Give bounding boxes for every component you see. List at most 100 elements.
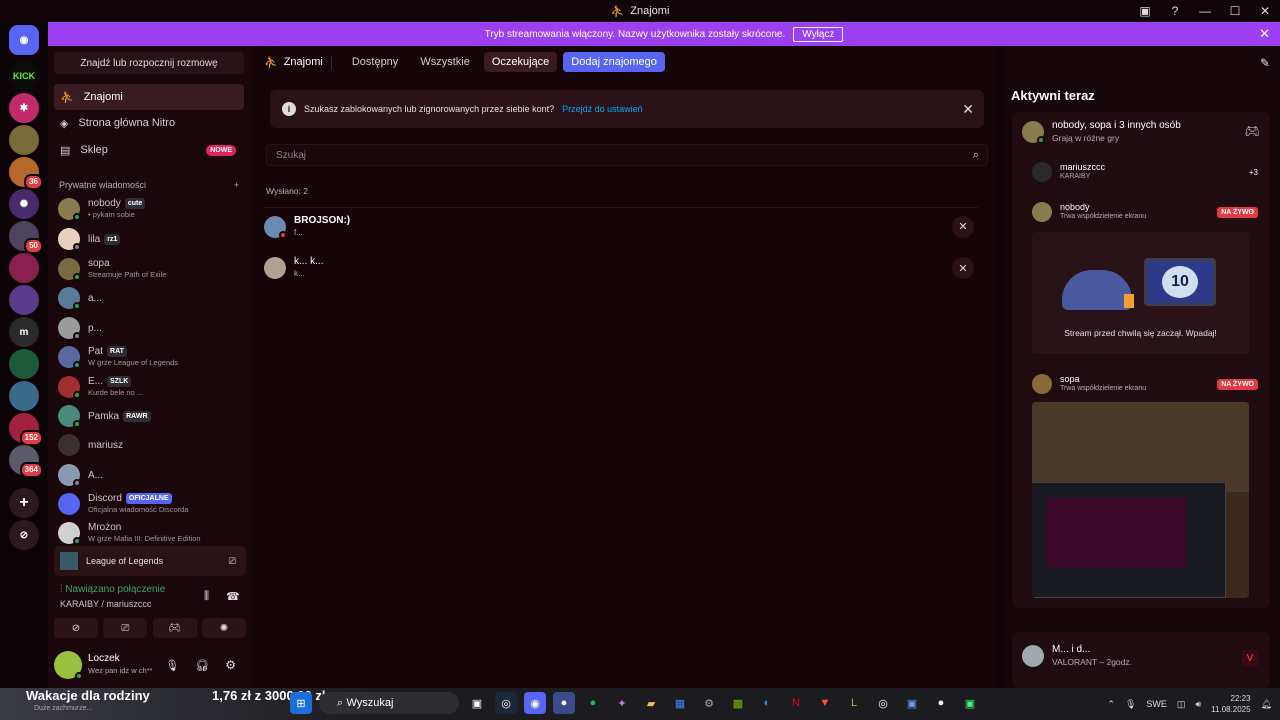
server-kick[interactable]: KICK <box>9 61 39 91</box>
stream-icon[interactable]: ⎚ <box>229 556 236 567</box>
disconnect-icon[interactable]: ☎ <box>226 590 240 603</box>
soundboard-button[interactable]: ✺ <box>201 618 246 638</box>
dm-item[interactable]: Discord OFICJALNE Oficjalna wiadomość Disc… <box>58 490 244 518</box>
voice-channel-row[interactable]: mariuszccc KARAIBY +3 <box>1032 162 1258 182</box>
server-icon[interactable]: 364 <box>9 445 43 478</box>
server-icon[interactable] <box>9 253 39 283</box>
server-icon[interactable]: ✺ <box>9 189 39 219</box>
tab-pending[interactable]: Oczekujące <box>483 52 558 72</box>
nav-nitro[interactable]: ◈ Strona główna Nitro <box>54 110 244 136</box>
stream-preview-game[interactable] <box>1032 402 1249 598</box>
clock[interactable]: 22:23 11.08.2025 <box>1211 693 1250 715</box>
headphones-icon[interactable]: 🎧︎ <box>195 659 209 672</box>
dm-item[interactable]: Pamka RAWR <box>58 402 244 430</box>
tab-online[interactable]: Dostępny <box>344 52 406 72</box>
language-indicator[interactable]: SWE <box>1146 699 1167 709</box>
discover-icon[interactable]: ⊘ <box>9 520 39 550</box>
friends-search[interactable]: ⌕ <box>266 144 988 166</box>
windows-start-icon[interactable]: ⊞ <box>290 692 312 714</box>
brave-icon[interactable]: ▼ <box>814 692 836 714</box>
cancel-request-button[interactable]: ✕ <box>952 215 974 238</box>
activity-card[interactable]: nobody, sopa i 3 innych osób Grają w róż… <box>1012 112 1270 608</box>
activity-card[interactable]: M... i d... VALORANT – 2godz. V <box>1012 632 1270 688</box>
search-input[interactable] <box>276 149 973 161</box>
server-icon[interactable] <box>9 381 39 411</box>
new-group-dm-icon[interactable]: ✎ <box>1260 56 1270 70</box>
stream-preview[interactable]: 10 Stream przed chwilą się zaczął. Wpada… <box>1032 232 1249 354</box>
app-icon[interactable]: ● <box>553 692 575 714</box>
copilot-icon[interactable]: ✦ <box>611 692 633 714</box>
add-server-icon[interactable]: + <box>9 488 39 518</box>
dm-item[interactable]: nobody cute • pykam sobie <box>58 195 244 223</box>
server-icon[interactable]: ✱ <box>9 93 39 123</box>
microphone-icon[interactable]: 🎙︎ <box>165 659 179 672</box>
nav-friends[interactable]: ⛹ Znajomi <box>54 84 244 110</box>
app-icon[interactable]: ▣ <box>901 692 923 714</box>
close-icon[interactable]: ✕ <box>962 101 974 118</box>
close-icon[interactable]: ✕ <box>1259 26 1270 42</box>
stream-row[interactable]: sopa Trwa współdzielenie ekranu NA ŻYWO <box>1032 374 1258 394</box>
store-icon[interactable]: ▦ <box>669 692 691 714</box>
settings-gear-icon[interactable]: ⚙ <box>225 658 236 672</box>
discord-taskbar-icon[interactable]: ◉ <box>524 692 546 714</box>
steam-icon[interactable]: ◎ <box>872 692 894 714</box>
voice-channel[interactable]: KARAIBY / mariuszccc <box>60 599 151 609</box>
spotify-icon[interactable]: ● <box>582 692 604 714</box>
server-icon[interactable]: 36 <box>9 157 43 190</box>
app-icon[interactable]: ▣ <box>959 692 981 714</box>
noise-suppression-icon[interactable]: ⫼ <box>204 590 209 603</box>
netflix-icon[interactable]: N <box>785 692 807 714</box>
camera-off-button[interactable]: ⊘ <box>54 618 98 638</box>
taskbar-search[interactable]: ⌕ Wyszukaj <box>319 692 459 714</box>
notification-icon[interactable]: 🔔︎ <box>1261 699 1272 710</box>
server-icon[interactable] <box>9 349 39 379</box>
friend-request-row[interactable]: k... k... k... ✕ <box>264 249 978 287</box>
chevron-up-icon[interactable]: ⌃ <box>1107 699 1115 710</box>
add-friend-button[interactable]: Dodaj znajomego <box>563 52 665 72</box>
server-icon[interactable] <box>9 125 39 155</box>
game-activity[interactable]: League of Legends ⎚ <box>54 546 246 576</box>
dm-item[interactable]: A... <box>58 461 244 489</box>
settings-icon[interactable]: ⚙ <box>698 692 720 714</box>
server-icon[interactable]: 152 <box>9 413 43 446</box>
activity-button[interactable]: 🎮︎ <box>152 618 197 638</box>
microphone-icon[interactable]: 🎙︎ <box>1125 699 1136 710</box>
dm-item[interactable]: Mrożon W grze Mafia III: Definitive Editi… <box>58 519 244 547</box>
dm-item[interactable]: Pat RAT W grze League of Legends <box>58 343 244 371</box>
steam-icon[interactable]: ◎ <box>495 692 517 714</box>
add-dm-button[interactable]: + <box>234 180 239 190</box>
tab-all[interactable]: Wszystkie <box>412 52 478 72</box>
dm-item[interactable]: p... <box>58 314 244 342</box>
screen-share-button[interactable]: ⎚ <box>103 618 148 638</box>
nvidia-icon[interactable]: ▩ <box>727 692 749 714</box>
discord-home-icon[interactable]: ◉ <box>9 25 39 55</box>
dm-item[interactable]: mariusz <box>58 431 244 459</box>
server-icon[interactable] <box>9 285 39 315</box>
volume-icon[interactable]: 🔊︎ <box>1195 699 1201 710</box>
minimize-button[interactable]: — <box>1190 4 1220 18</box>
settings-link[interactable]: Przejdź do ustawień <box>562 104 643 114</box>
user-panel[interactable]: Loczek Wez pan idz w ch** 🎙︎ 🎧︎ ⚙ <box>54 648 246 682</box>
dm-item[interactable]: lila rz1 <box>58 225 244 253</box>
inbox-icon[interactable]: ▣ <box>1130 4 1160 18</box>
help-icon[interactable]: ? <box>1160 4 1190 18</box>
friend-request-row[interactable]: BROJSON:) f... ✕ <box>264 207 978 245</box>
file-explorer-icon[interactable]: ▰ <box>640 692 662 714</box>
maximize-button[interactable]: ☐ <box>1220 4 1250 18</box>
dm-item[interactable]: sopa Streamuje Path of Exile <box>58 255 244 283</box>
nav-shop[interactable]: ▤ Sklep NOWE <box>54 137 244 163</box>
server-m[interactable]: m <box>9 317 39 347</box>
server-icon[interactable]: 50 <box>9 221 43 254</box>
find-conversation-button[interactable]: Znajdź lub rozpocznij rozmowę <box>54 52 244 74</box>
league-icon[interactable]: L <box>843 692 865 714</box>
disable-streamer-mode-button[interactable]: Wyłącz <box>793 26 844 42</box>
network-icon[interactable]: ◫ <box>1177 699 1186 710</box>
messenger-icon[interactable]: ◐ <box>756 692 778 714</box>
stream-row[interactable]: nobody Trwa współdzielenie ekranu NA ŻYW… <box>1032 202 1258 222</box>
cancel-request-button[interactable]: ✕ <box>952 257 974 279</box>
close-window-button[interactable]: ✕ <box>1250 4 1280 18</box>
task-view-icon[interactable]: ▣ <box>466 692 488 714</box>
github-icon[interactable]: ● <box>930 692 952 714</box>
dm-item[interactable]: a... <box>58 284 244 312</box>
dm-item[interactable]: E... SZLK Kurde bele no ... <box>58 373 244 401</box>
